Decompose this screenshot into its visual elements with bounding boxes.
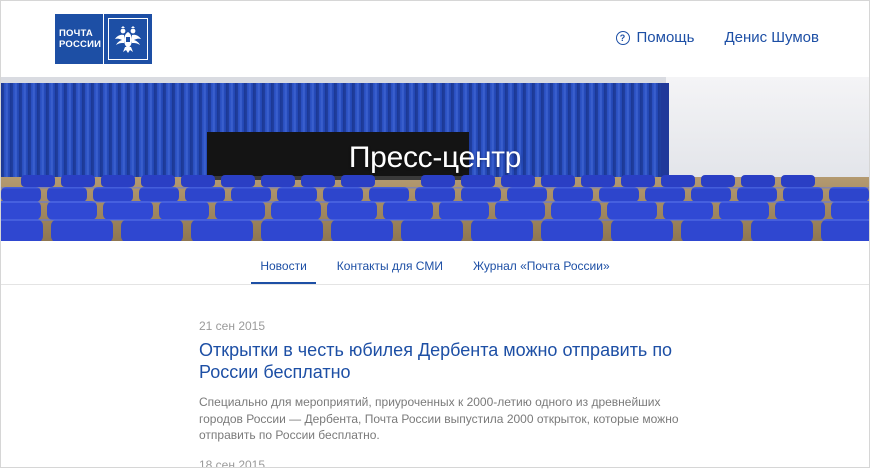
news-description: Специально для мероприятий, приуроченных… [199,395,679,442]
help-label: Помощь [636,29,695,46]
logo-wordmark: ПОЧТА РОССИИ [55,14,103,64]
page-title: Пресс-центр [348,141,522,174]
hero-banner: Пресс-центр [1,77,869,241]
user-name-link[interactable]: Денис Шумов [724,29,819,46]
news-date: 21 сен 2015 [199,319,266,333]
news-title-link[interactable]: Открытки в честь юбилея Дербента можно о… [199,339,719,383]
question-circle-icon: ? [615,30,630,45]
header-nav: ? Помощь Денис Шумов [615,29,819,46]
tab-news[interactable]: Новости [251,241,316,284]
page-frame: ПОЧТА РОССИИ ? Помощь Денис Шумов Пресс-… [0,0,870,468]
tab-media-contacts[interactable]: Контакты для СМИ [328,241,452,284]
tab-magazine[interactable]: Журнал «Почта России» [464,241,619,284]
news-item: 21 сен 2015 Открытки в честь юбилея Дерб… [199,319,719,444]
logo-line-1: ПОЧТА [59,28,93,39]
logo-line-2: РОССИИ [59,39,102,50]
section-tabs: Новости Контакты для СМИ Журнал «Почта Р… [1,241,869,285]
russian-post-logo[interactable]: ПОЧТА РОССИИ [55,14,152,64]
news-date: 18 сен 2015 [199,458,266,468]
help-link[interactable]: ? Помощь [615,29,695,46]
site-header: ПОЧТА РОССИИ ? Помощь Денис Шумов [1,1,869,77]
eagle-emblem-icon [104,14,152,64]
eagle-icon [115,26,141,53]
